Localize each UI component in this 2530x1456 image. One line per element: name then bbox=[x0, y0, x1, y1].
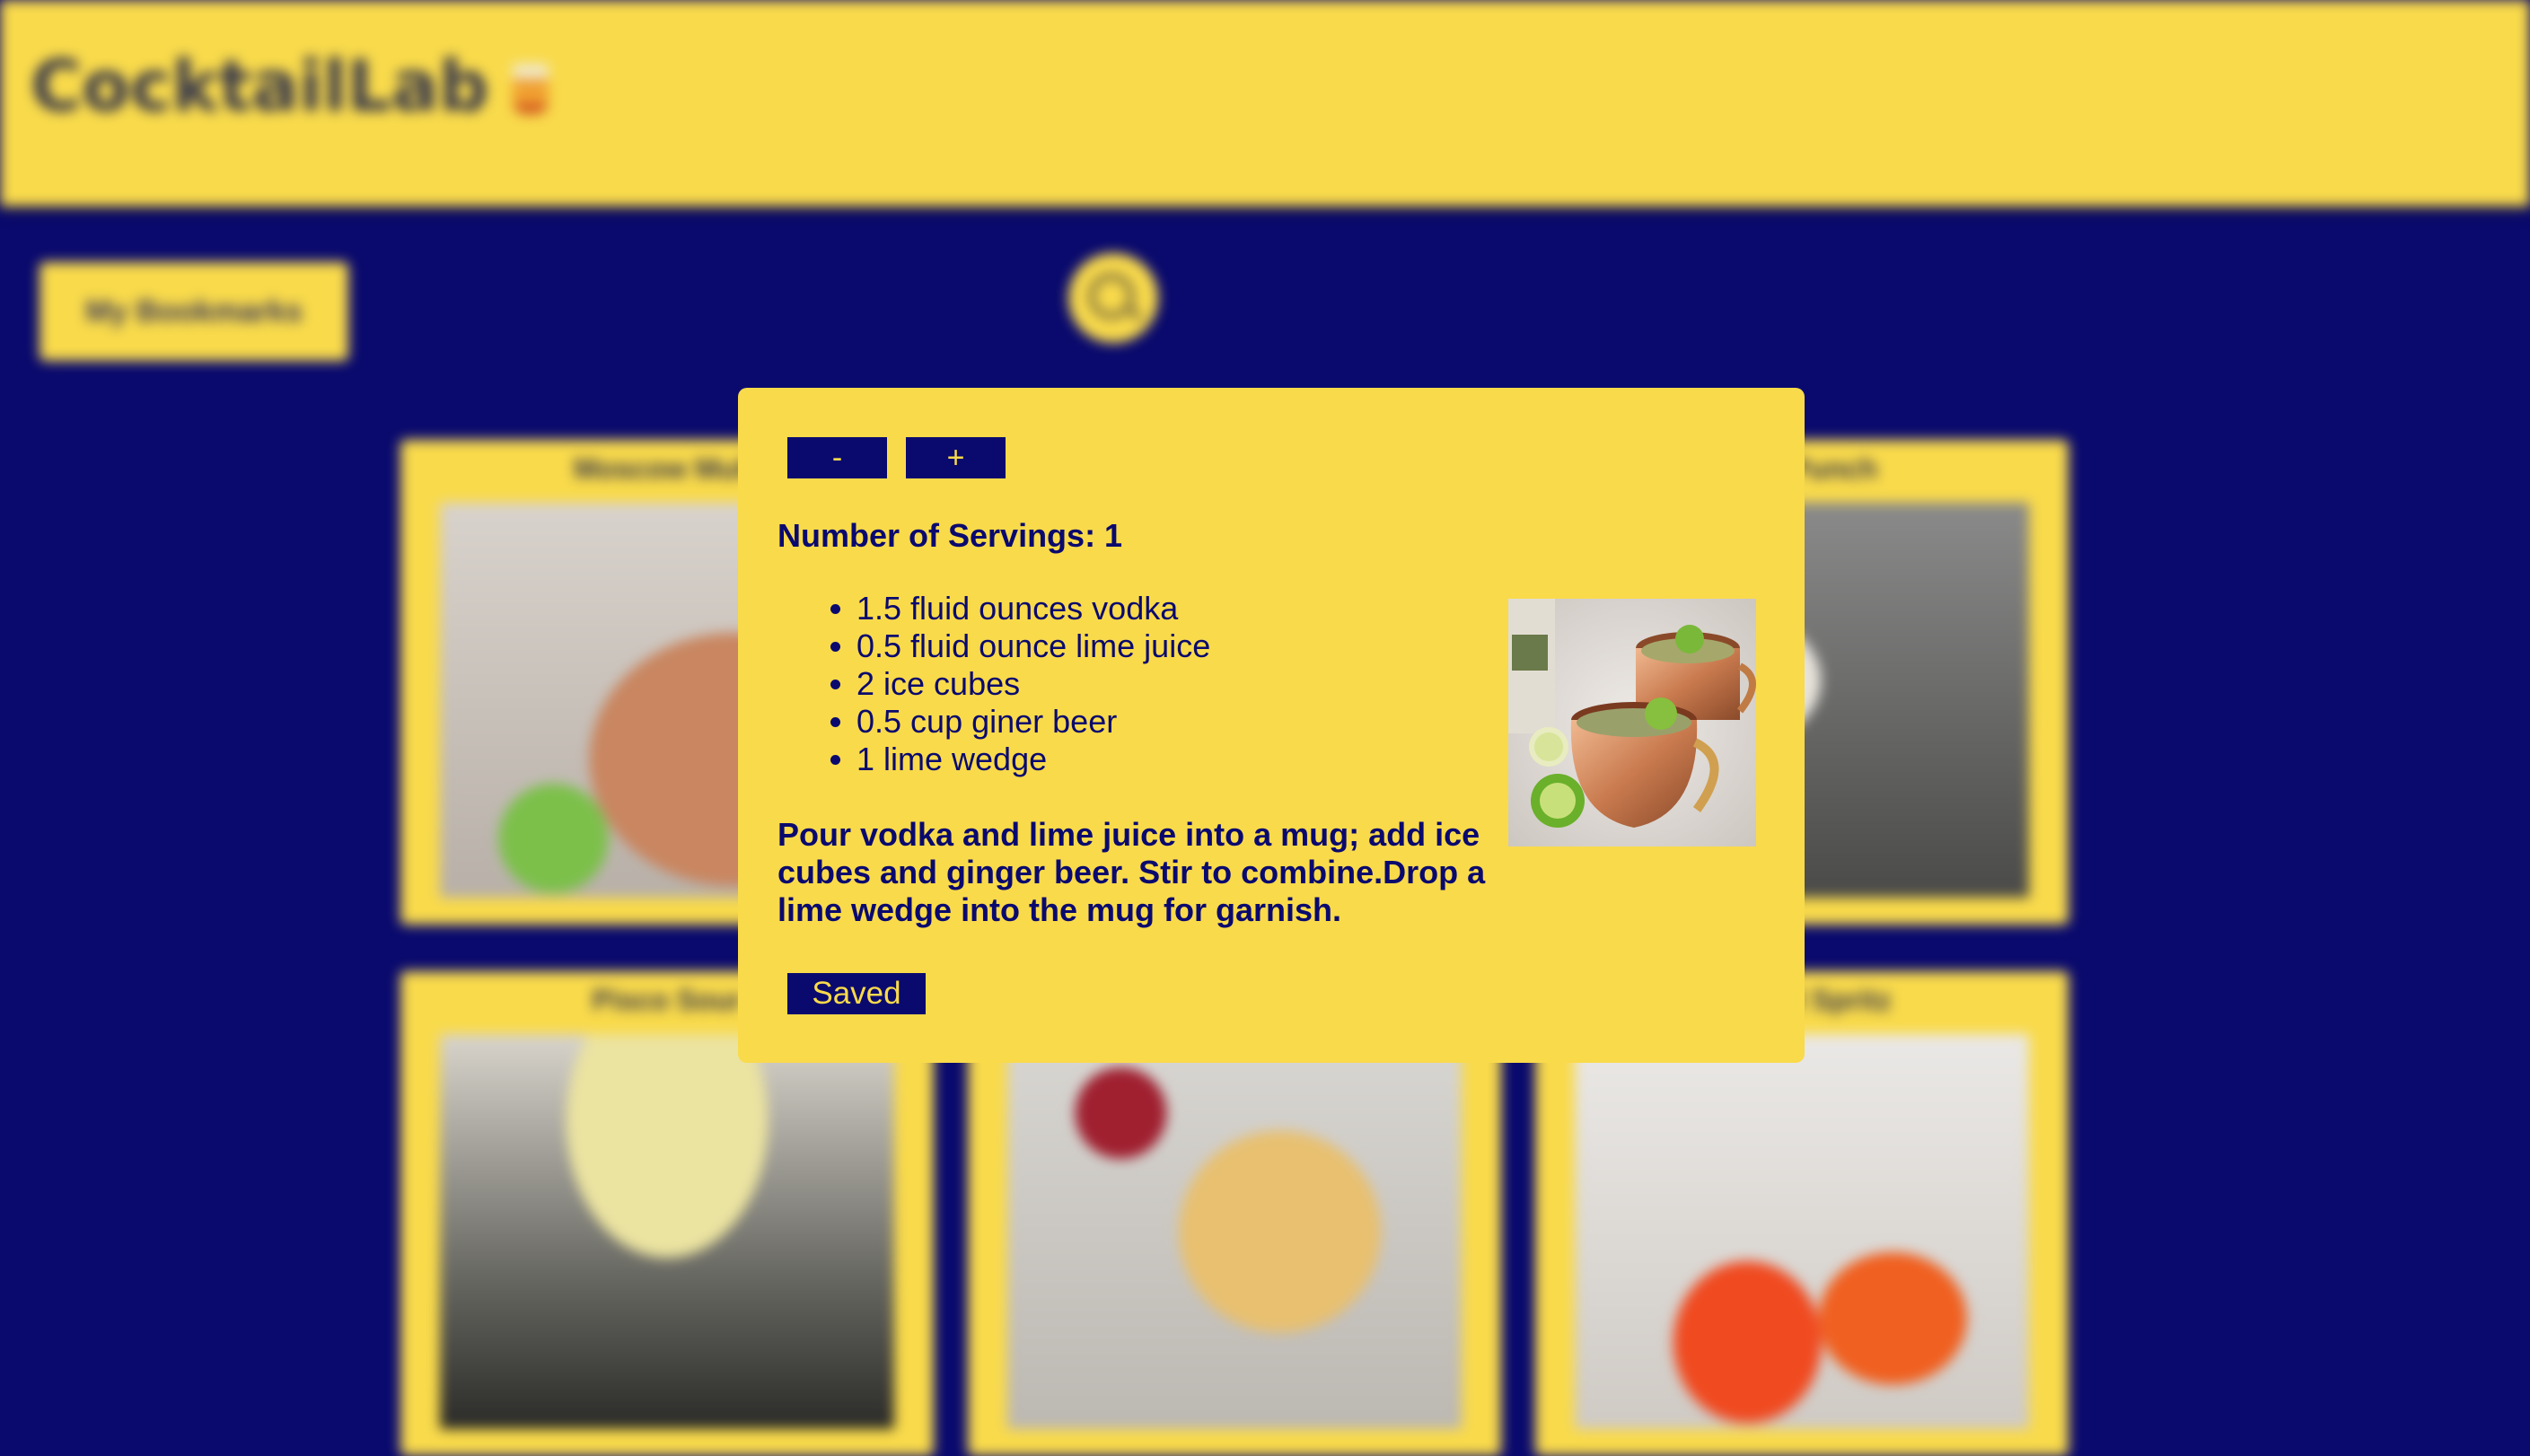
my-bookmarks-button[interactable]: My Bookmarks bbox=[40, 262, 348, 361]
app-title: CocktailLab bbox=[31, 47, 549, 127]
cocktail-photo bbox=[1007, 1034, 1462, 1429]
decrease-servings-button[interactable]: - bbox=[787, 437, 887, 478]
ingredient-item: 1.5 fluid ounces vodka bbox=[857, 590, 1485, 627]
ingredient-item: 0.5 cup giner beer bbox=[857, 703, 1485, 741]
ingredient-item: 0.5 fluid ounce lime juice bbox=[857, 627, 1485, 665]
increase-servings-button[interactable]: + bbox=[906, 437, 1006, 478]
cocktail-glass-icon bbox=[512, 64, 549, 114]
cocktail-photo bbox=[1575, 1034, 2029, 1429]
ingredient-item: 1 lime wedge bbox=[857, 741, 1485, 778]
search-button[interactable] bbox=[1068, 253, 1158, 343]
moscow-mule-photo bbox=[1508, 599, 1756, 846]
recipe-instructions: Pour vodka and lime juice into a mug; ad… bbox=[777, 816, 1486, 928]
ingredient-list: 1.5 fluid ounces vodka 0.5 fluid ounce l… bbox=[777, 590, 1485, 778]
app-header: CocktailLab bbox=[0, 0, 2530, 206]
ingredient-item: 2 ice cubes bbox=[857, 665, 1485, 703]
saved-button[interactable]: Saved bbox=[787, 973, 926, 1014]
recipe-modal: - + Number of Servings: 1 1.5 fluid ounc… bbox=[738, 388, 1805, 1063]
app-title-text: CocktailLab bbox=[31, 47, 489, 127]
cocktail-photo bbox=[440, 1034, 894, 1429]
servings-count: Number of Servings: 1 bbox=[777, 517, 1123, 554]
